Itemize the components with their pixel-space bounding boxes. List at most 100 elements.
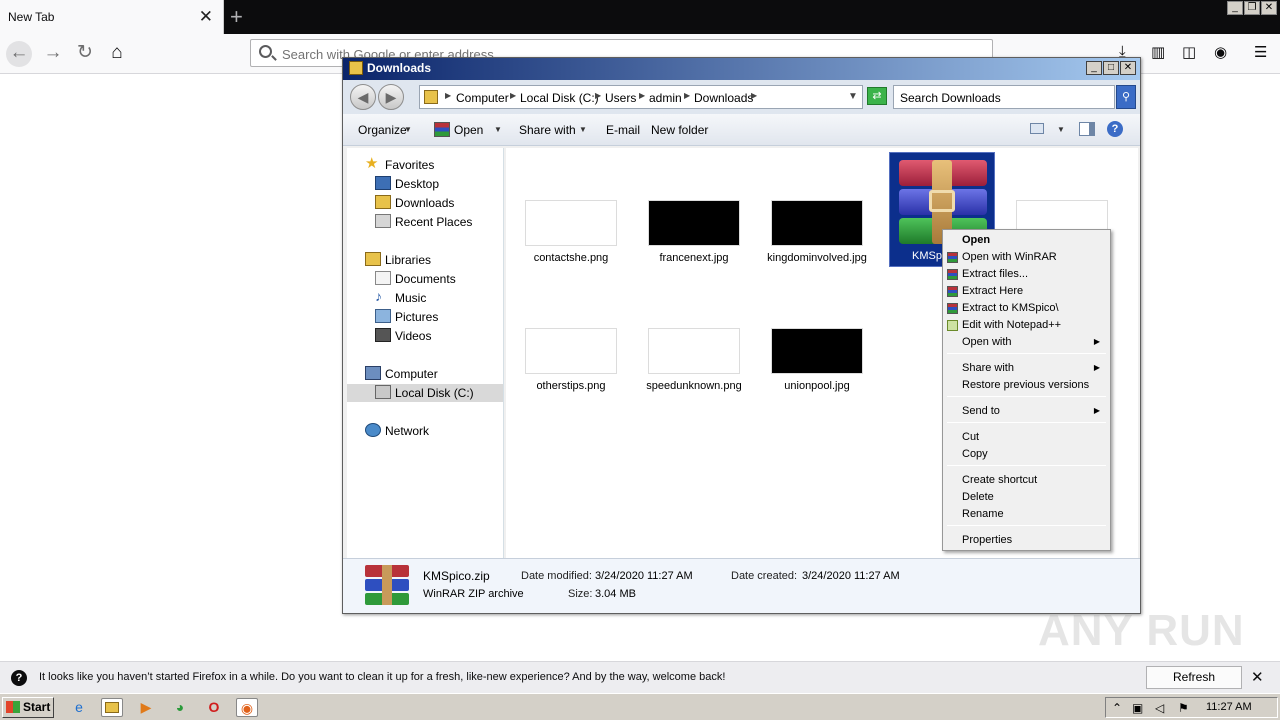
notification-close-icon[interactable]: ✕ xyxy=(1251,668,1264,686)
nav-local-disk[interactable]: Local Disk (C:) xyxy=(347,384,503,402)
close-window-button[interactable]: ✕ xyxy=(1261,1,1277,15)
new-tab-button[interactable]: + xyxy=(230,4,243,30)
explorer-taskbar-icon[interactable] xyxy=(101,698,123,717)
chevron-right-icon[interactable]: ▶ xyxy=(510,91,516,100)
file-item[interactable]: speedunknown.png xyxy=(639,328,749,393)
chevron-down-icon[interactable]: ▼ xyxy=(494,125,502,134)
reload-icon[interactable]: ↻ xyxy=(72,41,98,67)
nav-computer[interactable]: Computer xyxy=(365,365,495,383)
menu-extract-to[interactable]: Extract to KMSpico\ xyxy=(945,300,1108,317)
file-item[interactable]: contactshe.png xyxy=(516,200,626,265)
nav-documents[interactable]: Documents xyxy=(375,270,495,288)
explorer-title-bar[interactable]: Downloads _ □ ✕ xyxy=(343,58,1140,80)
nav-recent-places[interactable]: Recent Places xyxy=(375,213,495,231)
menu-open-with-winrar[interactable]: Open with WinRAR xyxy=(945,249,1108,266)
menu-extract-files[interactable]: Extract files... xyxy=(945,266,1108,283)
library-icon[interactable]: ▥ xyxy=(1151,43,1165,61)
internet-explorer-icon[interactable]: e xyxy=(68,698,90,717)
menu-restore-versions[interactable]: Restore previous versions xyxy=(945,377,1108,394)
search-input[interactable]: Search Downloads xyxy=(893,85,1115,109)
nav-desktop[interactable]: Desktop xyxy=(375,175,495,193)
address-bar[interactable]: ▶ Computer ▶ Local Disk (C:) ▶ Users ▶ a… xyxy=(419,85,863,109)
menu-cut[interactable]: Cut xyxy=(945,429,1108,446)
email-button[interactable]: E-mail xyxy=(606,123,640,137)
breadcrumb-computer[interactable]: Computer xyxy=(456,91,509,105)
back-arrow-icon[interactable]: ← xyxy=(6,41,32,67)
forward-arrow-icon[interactable]: → xyxy=(40,41,66,67)
clock[interactable]: 11:27 AM xyxy=(1206,701,1252,713)
tab-new-tab[interactable]: New Tab ✕ xyxy=(0,0,224,34)
refresh-firefox-button[interactable]: Refresh Firefox… xyxy=(1146,666,1242,705)
chevron-up-icon[interactable]: ⌃ xyxy=(1112,701,1122,715)
account-icon[interactable]: ◉ xyxy=(1214,43,1227,61)
chevron-right-icon[interactable]: ▶ xyxy=(684,91,690,100)
preview-pane-icon[interactable] xyxy=(1079,122,1095,136)
nav-libraries[interactable]: Libraries xyxy=(365,251,495,269)
menu-send-to[interactable]: Send to ▶ xyxy=(945,403,1108,420)
breadcrumb-local-disk[interactable]: Local Disk (C:) xyxy=(520,91,599,105)
size-value: 3.04 MB xyxy=(595,588,636,600)
menu-extract-here[interactable]: Extract Here xyxy=(945,283,1108,300)
details-file-name: KMSpico.zip xyxy=(423,569,490,583)
nav-music[interactable]: ♪ Music xyxy=(375,288,495,307)
home-icon[interactable]: ⌂ xyxy=(104,41,130,67)
chevron-right-icon[interactable]: ▶ xyxy=(639,91,645,100)
nav-downloads[interactable]: Downloads xyxy=(375,194,495,212)
volume-icon[interactable]: ◁ xyxy=(1155,701,1164,715)
menu-icon[interactable]: ☰ xyxy=(1254,43,1267,61)
help-icon[interactable]: ? xyxy=(1107,121,1123,137)
explorer-close-button[interactable]: ✕ xyxy=(1120,61,1136,75)
breadcrumb-users[interactable]: Users xyxy=(605,91,636,105)
search-button-icon[interactable]: ⚲ xyxy=(1116,85,1136,109)
menu-rename[interactable]: Rename xyxy=(945,506,1108,523)
share-with-button[interactable]: Share with xyxy=(519,123,576,137)
menu-open[interactable]: Open xyxy=(945,232,1108,249)
nav-videos[interactable]: Videos xyxy=(375,327,495,345)
nav-network[interactable]: Network xyxy=(365,422,495,440)
file-item[interactable]: unionpool.jpg xyxy=(762,328,872,393)
organize-button[interactable]: Organize xyxy=(358,123,407,137)
documents-icon xyxy=(375,271,391,285)
chrome-icon[interactable]: ◕ xyxy=(169,698,191,717)
menu-delete[interactable]: Delete xyxy=(945,489,1108,506)
nav-favorites[interactable]: ★ Favorites xyxy=(365,155,495,174)
nav-pictures[interactable]: Pictures xyxy=(375,308,495,326)
firefox-taskbar-icon[interactable]: ◉ xyxy=(236,698,258,717)
chevron-down-icon[interactable]: ▼ xyxy=(1057,125,1065,134)
file-item[interactable]: otherstips.png xyxy=(516,328,626,393)
forward-button[interactable]: ▶ xyxy=(378,84,404,110)
media-player-icon[interactable]: ▶ xyxy=(135,698,157,717)
menu-edit-notepad[interactable]: Edit with Notepad++ xyxy=(945,317,1108,334)
minimize-button[interactable]: _ xyxy=(1227,1,1243,15)
start-button[interactable]: Start xyxy=(2,697,54,718)
file-item[interactable]: kingdominvolved.jpg xyxy=(762,200,872,265)
chevron-down-icon[interactable]: ▼ xyxy=(579,125,587,134)
network-tray-icon[interactable]: ▣ xyxy=(1132,701,1143,715)
breadcrumb-downloads[interactable]: Downloads xyxy=(694,91,753,105)
menu-create-shortcut[interactable]: Create shortcut xyxy=(945,472,1108,489)
menu-open-with[interactable]: Open with ▶ xyxy=(945,334,1108,351)
opera-icon[interactable]: O xyxy=(203,698,225,717)
sidebar-icon[interactable]: ◫ xyxy=(1182,43,1196,61)
chevron-right-icon[interactable]: ▶ xyxy=(595,91,601,100)
tab-close-icon[interactable]: ✕ xyxy=(199,7,213,27)
restore-button[interactable]: ❐ xyxy=(1244,1,1260,15)
menu-share-with[interactable]: Share with ▶ xyxy=(945,360,1108,377)
chevron-down-icon[interactable]: ▼ xyxy=(848,91,858,102)
notification-message: It looks like you haven’t started Firefo… xyxy=(39,671,726,683)
explorer-maximize-button[interactable]: □ xyxy=(1103,61,1119,75)
chevron-down-icon[interactable]: ▼ xyxy=(404,125,412,134)
new-folder-button[interactable]: New folder xyxy=(651,123,708,137)
menu-divider xyxy=(947,353,1106,354)
back-button[interactable]: ◀ xyxy=(350,84,376,110)
file-item[interactable]: francenext.jpg xyxy=(639,200,749,265)
open-button[interactable]: Open xyxy=(454,123,483,137)
breadcrumb-admin[interactable]: admin xyxy=(649,91,682,105)
view-options-icon[interactable] xyxy=(1030,123,1044,134)
action-center-flag-icon[interactable]: ⚑ xyxy=(1178,701,1189,715)
chevron-right-icon[interactable]: ▶ xyxy=(751,91,757,100)
explorer-minimize-button[interactable]: _ xyxy=(1086,61,1102,75)
menu-properties[interactable]: Properties xyxy=(945,532,1108,549)
refresh-icon[interactable]: ⇄ xyxy=(867,87,887,105)
menu-copy[interactable]: Copy xyxy=(945,446,1108,463)
